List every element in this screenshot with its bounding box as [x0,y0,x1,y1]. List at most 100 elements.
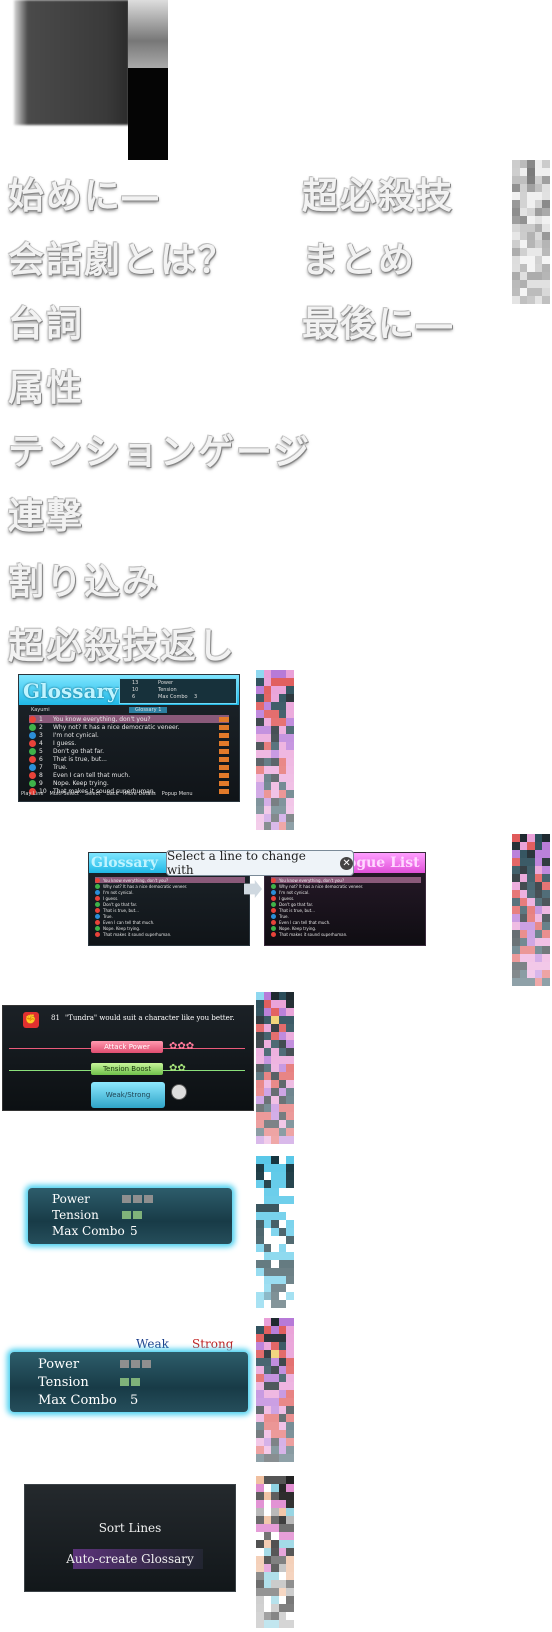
menu-item-attribute[interactable]: 属性 [8,368,84,408]
menu-item-summary[interactable]: まとめ [302,240,416,280]
pixel-strip [512,160,550,304]
menu-item-tension-gauge[interactable]: テンションゲージ [8,432,311,472]
count-3: 6 [132,694,136,700]
decorative-gradient-block [128,0,168,68]
strong-label: Strong [192,1337,234,1351]
attack-power-icons: ✿✿✿ [169,1041,195,1052]
fist-icon: ✊ [23,1012,39,1028]
glossary-line-row[interactable]: 8 Even I can tell that much. [29,771,229,779]
footer-hint: More Details [124,791,156,797]
weak-strong-icon [171,1084,187,1100]
new-tag-icon [219,780,229,786]
attribute-icon [29,779,36,787]
line-number: 6 [39,755,43,763]
glossary-line-row[interactable]: 7 True. [29,763,229,771]
line-text: I guess. [53,739,77,747]
glossary-line-row[interactable]: 3 I'm not cynical. [29,731,229,739]
line-text: You know everything, don't you? [53,715,151,723]
line-text: I'm not cynical. [103,889,134,895]
attribute-icon [271,889,276,895]
menu-item-what-is-dialogue[interactable]: 会話劇とは？ [8,240,236,280]
pixel-strip [256,670,294,830]
stats-maxcombo-row: Max Combo 5 [52,1223,138,1239]
attribute-screenshot: ✊ 81 "Tundra" would suit a character lik… [2,1005,254,1111]
compare-line-row[interactable]: That makes it sound superhuman. [95,931,245,937]
sort-lines-option[interactable]: Sort Lines [25,1521,235,1535]
line-text: Don't go that far. [279,901,314,907]
glossary-line-row[interactable]: 6 That is true, but... [29,755,229,763]
attribute-icon [29,731,36,739]
menu-item-super-counter[interactable]: 超必殺技返し [8,626,236,666]
line-text: I guess. [103,895,119,901]
new-tag-icon [219,732,229,738]
glossary-tab[interactable]: Glossary 1 [129,707,168,713]
line-number: 8 [39,771,43,779]
menu-item-interrupt[interactable]: 割り込み [8,562,160,602]
auto-create-glossary-option[interactable]: Auto-create Glossary [25,1552,235,1566]
stats-maxcombo-label: Max Combo [52,1224,125,1238]
footer-hint: Popup Menu [161,791,193,797]
menu-item-lines[interactable]: 台詞 [8,304,84,344]
power-squares [120,1357,153,1372]
attribute-icon [95,913,100,919]
level-square [131,1377,140,1386]
line-text: Even I can tell that much. [53,771,131,779]
attribute-icon [95,925,100,931]
line-text: That is true, but... [103,907,139,913]
stats2-maxcombo-value: 5 [130,1392,139,1408]
line-text: You know everything, don't you? [279,877,345,883]
level-square [133,1211,142,1219]
menu-item-super-move[interactable]: 超必殺技 [302,176,454,216]
tooltip-text: Select a line to change with [167,849,306,877]
level-square [122,1195,131,1203]
attribute-icon [271,883,276,889]
pixel-strip [512,834,550,986]
glossary-line-row[interactable]: 4 I guess. [29,739,229,747]
glossary-line-row[interactable]: 1 You know everything, don't you? [29,715,229,723]
line-number: 1 [39,715,43,723]
menu-item-closing[interactable]: 最後に― [302,304,454,344]
level-square [122,1211,131,1219]
glossary-line-row[interactable]: 2 Why not? It has a nice democratic venee… [29,723,229,731]
glossary-line-row[interactable]: 5 Don't go that far. [29,747,229,755]
weak-label: Weak [136,1337,169,1351]
glossary-owner-tab[interactable]: Kayumi [31,707,50,713]
line-text: That makes it sound superhuman. [279,931,348,937]
level-square [133,1195,142,1203]
line-text: Don't go that far. [53,747,105,755]
stats2-maxcombo-row: Max Combo 5 [38,1391,138,1409]
line-text: Why not? It has a nice democratic veneer… [103,883,188,889]
stats-tension-row: Tension [52,1207,144,1223]
line-number: 3 [39,731,43,739]
decorative-gray-block [14,0,129,125]
line-text: Nope. Keep trying. [53,779,109,787]
line-text: That makes it sound superhuman. [103,931,172,937]
pixel-strip [256,1318,294,1462]
stats-power-row: Power [52,1191,155,1207]
menu-item-combo[interactable]: 連撃 [8,496,84,536]
line-text: I'm not cynical. [279,889,310,895]
glossary-line-row[interactable]: 9 Nope. Keep trying. [29,779,229,787]
weak-strong-label: Weak/Strong [91,1082,165,1108]
pixel-strip [256,992,294,1144]
power-squares [122,1192,155,1206]
compare-right-title: ogue List [347,855,420,871]
line-number: 7 [39,763,43,771]
line-number: 2 [39,723,43,731]
attr-line-text: "Tundra" would suit a character like you… [65,1014,235,1022]
attribute-icon [95,907,100,913]
cross-button-icon: ✕ [340,856,353,870]
attribute-icon [95,889,100,895]
footer-hint: Select [84,791,101,797]
attribute-icon [271,877,276,883]
attribute-icon [29,715,36,723]
glossary-screenshot: Glossary 13 10 6 Power Tension Max Combo… [18,674,240,802]
line-text: Don't go that far. [103,901,138,907]
new-tag-icon [219,788,229,794]
compare-line-row[interactable]: That makes it sound superhuman. [271,931,421,937]
line-text: That is true, but... [279,907,315,913]
menu-item-intro[interactable]: 始めに― [8,176,160,216]
line-text: I guess. [279,895,295,901]
attr-line-number: 81 [51,1014,60,1022]
line-text: True. [103,913,113,919]
